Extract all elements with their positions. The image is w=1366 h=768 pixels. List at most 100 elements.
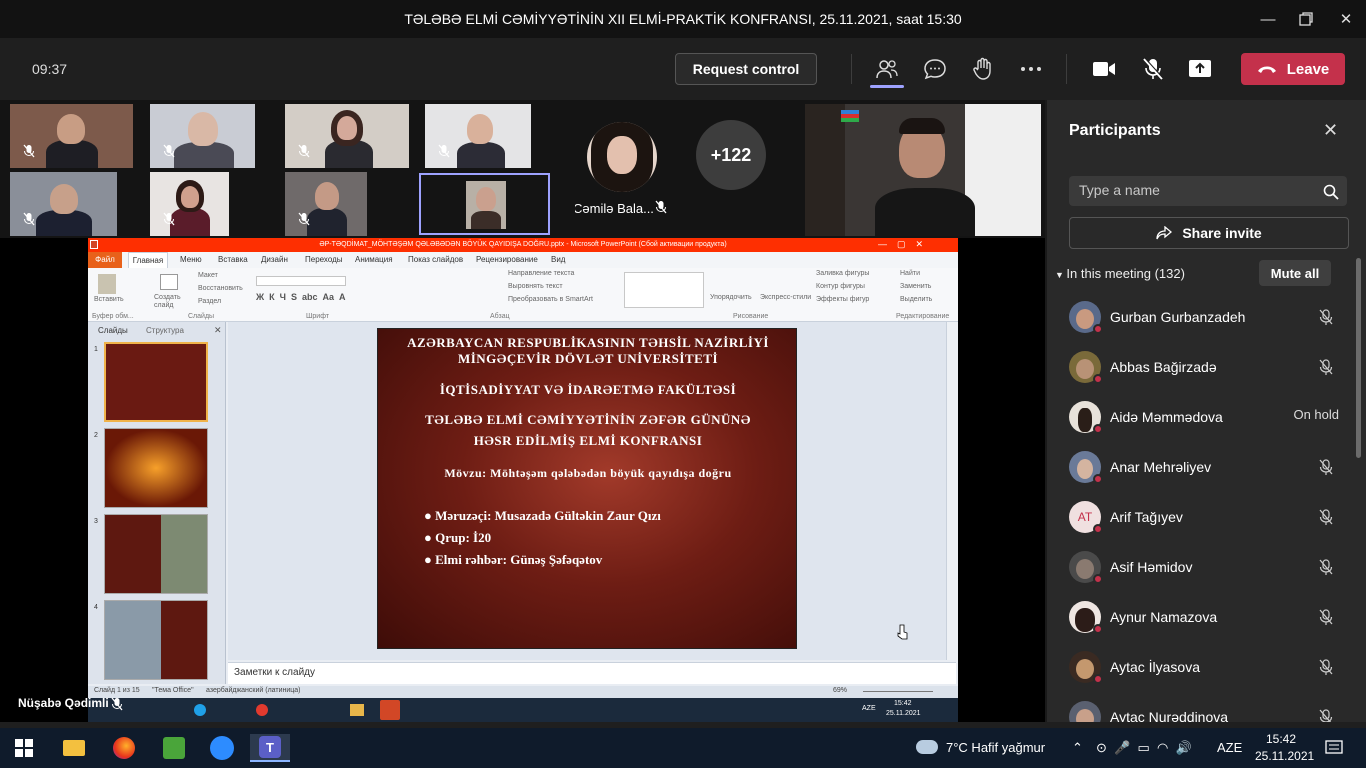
zoom-icon[interactable]: [202, 734, 242, 762]
panel-scrollbar[interactable]: [1356, 258, 1361, 458]
participant-row[interactable]: Gurban Gurbanzadeh: [1069, 297, 1339, 337]
mute-all-button[interactable]: Mute all: [1259, 260, 1331, 286]
file-explorer-icon[interactable]: [54, 734, 94, 762]
tab-home[interactable]: Главная: [128, 252, 168, 268]
notifications-icon[interactable]: [1314, 734, 1354, 762]
close-icon[interactable]: ✕: [1323, 120, 1338, 141]
shapes-gallery[interactable]: [624, 272, 704, 308]
tab-insert[interactable]: Вставка: [218, 255, 248, 264]
tab-transitions[interactable]: Переходы: [305, 255, 343, 264]
video-tile[interactable]: [150, 172, 229, 236]
minimize-button[interactable]: —: [1256, 8, 1280, 30]
participant-row[interactable]: Asif Həmidov: [1069, 547, 1339, 587]
video-tile-active-speaker[interactable]: [419, 173, 550, 235]
font-style-buttons[interactable]: Ж К Ч S abc Aa A: [256, 292, 345, 302]
camera-icon[interactable]: [1091, 57, 1117, 81]
tab-menu[interactable]: Меню: [180, 255, 202, 264]
video-tile[interactable]: Cəmilə Bala...: [575, 104, 685, 234]
font-name-box[interactable]: [256, 276, 346, 286]
slide-thumbnail-3[interactable]: [104, 514, 208, 594]
slide-thumbnail-2[interactable]: [104, 428, 208, 508]
slide-thumbnails-pane: Слайды Структура ✕ 1 2 3 4: [88, 322, 226, 684]
theme-label: "Тема Office": [152, 687, 194, 694]
teams-icon[interactable]: T: [250, 734, 290, 762]
arrange-button[interactable]: Упорядочить: [710, 294, 752, 301]
call-timer: 09:37: [32, 61, 68, 77]
ppt-window-controls[interactable]: — ▢ ✕: [878, 239, 923, 250]
video-tile[interactable]: [10, 172, 117, 236]
replace-button[interactable]: Заменить: [900, 283, 931, 290]
shape-outline-button[interactable]: Контур фигуры: [816, 283, 865, 290]
tray-chevron-icon[interactable]: ⌃: [1072, 740, 1083, 756]
chat-icon[interactable]: [922, 57, 948, 81]
reset-button[interactable]: Восстановить: [198, 285, 243, 292]
participant-row[interactable]: Abbas Bağirzadə: [1069, 347, 1339, 387]
start-button[interactable]: [4, 734, 44, 762]
video-tile[interactable]: [285, 104, 409, 168]
video-tile[interactable]: [150, 104, 255, 168]
tab-review[interactable]: Рецензирование: [476, 255, 538, 264]
smartart-button[interactable]: Преобразовать в SmartArt: [508, 296, 593, 303]
overflow-count[interactable]: +122: [696, 120, 766, 190]
tray-icons[interactable]: ⊙ 🎤 ▭ ◠ 🔊: [1096, 740, 1192, 756]
select-button[interactable]: Выделить: [900, 296, 932, 303]
video-tile[interactable]: [285, 172, 367, 236]
participants-panel: Participants ✕ Type a name Share invite …: [1045, 100, 1366, 722]
notes-field[interactable]: Заметки к слайду: [228, 662, 956, 684]
participant-row[interactable]: Anar Mehrəliyev: [1069, 447, 1339, 487]
language-indicator[interactable]: AZE: [1217, 740, 1242, 755]
participant-row[interactable]: Aynur Namazova: [1069, 597, 1339, 637]
in-meeting-header[interactable]: ▼ In this meeting (132): [1055, 266, 1185, 281]
tab-slideshow[interactable]: Показ слайдов: [408, 255, 463, 264]
new-slide-button[interactable]: Создать слайд: [154, 294, 186, 310]
mic-off-icon[interactable]: [1140, 57, 1166, 81]
participant-row[interactable]: AT Arif Tağıyev: [1069, 497, 1339, 537]
maximize-button[interactable]: [1294, 8, 1318, 30]
mic-off-icon: [1319, 709, 1333, 722]
share-invite-button[interactable]: Share invite: [1069, 217, 1349, 249]
participant-row[interactable]: Aidə Məmmədova On hold: [1069, 397, 1339, 437]
section-button[interactable]: Раздел: [198, 298, 221, 305]
current-slide[interactable]: AZƏRBAYCAN RESPUBLİKASININ TƏHSİL NAZİRL…: [377, 328, 797, 649]
shape-effects-button[interactable]: Эффекты фигур: [816, 296, 869, 303]
layout-button[interactable]: Макет: [198, 272, 218, 279]
participant-name: Anar Mehrəliyev: [1110, 459, 1212, 475]
participant-name: Abbas Bağirzadə: [1110, 359, 1217, 375]
clock-time[interactable]: 15:42: [1266, 732, 1296, 746]
tab-animation[interactable]: Анимация: [355, 255, 393, 264]
close-pane-icon[interactable]: ✕: [214, 325, 222, 336]
tab-design[interactable]: Дизайн: [261, 255, 288, 264]
weather-text[interactable]: 7°C Hafif yağmur: [946, 740, 1045, 755]
video-tile-large[interactable]: [805, 104, 1041, 236]
search-input[interactable]: Type a name: [1069, 176, 1347, 206]
slide-line: AZƏRBAYCAN RESPUBLİKASININ TƏHSİL NAZİRL…: [407, 335, 769, 350]
tab-outline[interactable]: Структура: [146, 326, 184, 335]
people-icon[interactable]: [874, 57, 900, 81]
tab-view[interactable]: Вид: [551, 255, 565, 264]
video-tile[interactable]: [10, 104, 133, 168]
shape-fill-button[interactable]: Заливка фигуры: [816, 270, 869, 277]
more-icon[interactable]: [1018, 57, 1044, 81]
participant-row[interactable]: Aytac Nurəddinova: [1069, 697, 1339, 722]
find-button[interactable]: Найти: [900, 270, 920, 277]
camtasia-icon[interactable]: [154, 734, 194, 762]
zoom-slider[interactable]: [863, 691, 933, 692]
paste-button[interactable]: Вставить: [94, 296, 124, 303]
align-text-button[interactable]: Выровнять текст: [508, 283, 563, 290]
request-control-button[interactable]: Request control: [675, 53, 817, 85]
participant-row[interactable]: Aytac İlyasova: [1069, 647, 1339, 687]
clock-date[interactable]: 25.11.2021: [1255, 749, 1314, 763]
raise-hand-icon[interactable]: [970, 57, 996, 81]
quick-styles-button[interactable]: Экспресс-стили: [760, 294, 811, 301]
leave-button[interactable]: Leave: [1241, 53, 1345, 85]
video-tile[interactable]: [425, 104, 531, 168]
share-tray-icon[interactable]: [1187, 57, 1213, 81]
close-window-button[interactable]: ✕: [1334, 8, 1358, 30]
tab-slides[interactable]: Слайды: [98, 326, 128, 335]
slide-thumbnail-4[interactable]: [104, 600, 208, 680]
slide-thumbnail-1[interactable]: [104, 342, 208, 422]
text-direction-button[interactable]: Направление текста: [508, 270, 574, 277]
firefox-icon[interactable]: [104, 734, 144, 762]
vertical-scrollbar[interactable]: [946, 322, 958, 660]
tab-file[interactable]: Файл: [88, 252, 122, 268]
